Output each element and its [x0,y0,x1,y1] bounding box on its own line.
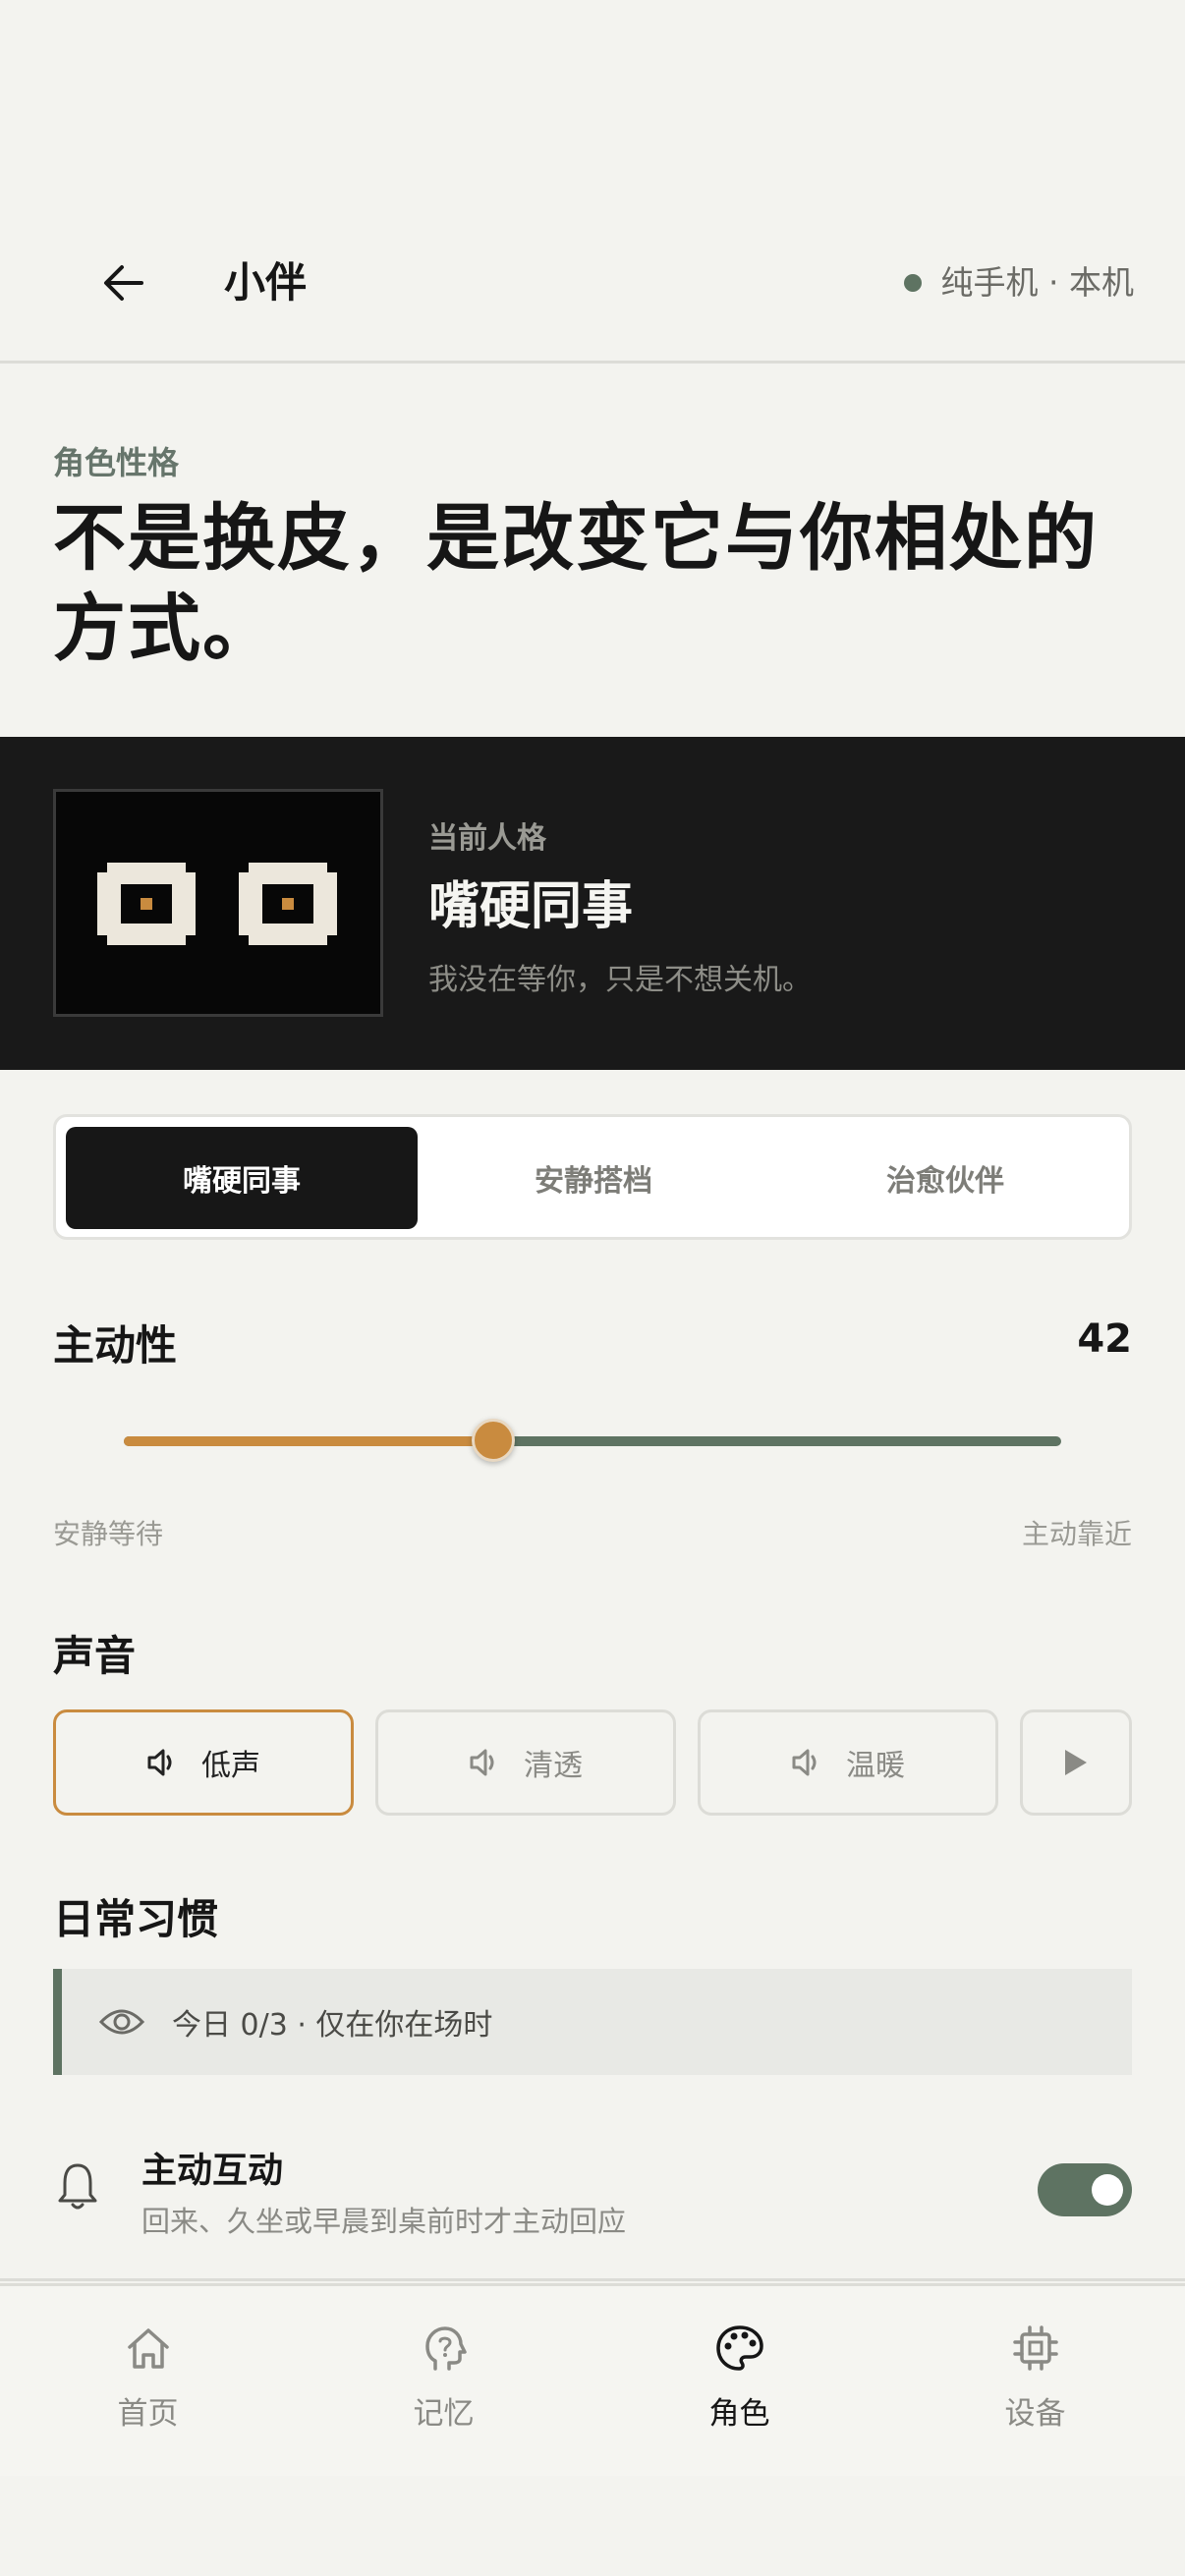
voice-title: 声音 [53,1632,137,1680]
habits-notice: 今日 0/3 · 仅在你在场时 [53,1969,1132,2075]
top-bar: 小伴 纯手机 · 本机 [0,196,1185,364]
play-icon [1065,1750,1087,1775]
current-persona-label: 当前人格 [428,821,546,856]
gesture-area [0,2476,1185,2576]
nav-item-home[interactable]: 首页 [0,2286,296,2479]
back-button[interactable] [86,246,161,320]
speaker-icon [792,1749,817,1776]
initiative-title: 主动性 [53,1321,178,1370]
voice-option-2[interactable]: 清透 [375,1709,676,1816]
home-icon [127,2328,169,2369]
toggle-knob [1092,2174,1123,2206]
tab-persona-3[interactable]: 治愈伙伴 [769,1127,1121,1229]
persona-tabs: 嘴硬同事 安静搭档 治愈伙伴 [53,1114,1132,1240]
slider-min-label: 安静等待 [53,1518,164,1550]
habit-description: 回来、久坐或早晨到桌前时才主动回应 [141,2205,627,2238]
persona-avatar [53,789,383,1017]
bottom-nav: 首页 记忆 角色 设备 [0,2283,1185,2476]
palette-icon [715,2325,763,2371]
voice-option-label: 低声 [201,1749,260,1783]
initiative-value: 42 [1077,1316,1132,1362]
habits-notice-text: 今日 0/3 · 仅在你在场时 [172,2008,493,2043]
memory-icon [424,2326,467,2371]
nav-label: 设备 [1004,2396,1066,2432]
current-persona-name: 嘴硬同事 [428,877,634,936]
nav-label: 记忆 [413,2396,475,2432]
avatar-eye-right [239,863,337,945]
arrow-left-icon [104,265,143,301]
device-status-label: 纯手机 · 本机 [940,263,1134,302]
tab-persona-1[interactable]: 嘴硬同事 [66,1127,418,1229]
section-eyebrow: 角色性格 [53,444,180,481]
status-dot [903,274,922,292]
voice-option-label: 清透 [524,1749,583,1783]
nav-item-persona[interactable]: 角色 [592,2286,887,2479]
nav-label: 角色 [708,2396,770,2432]
voice-play-button[interactable] [1020,1709,1132,1816]
tab-persona-2[interactable]: 安静搭档 [418,1127,769,1229]
voice-option-3[interactable]: 温暖 [698,1709,998,1816]
habits-title: 日常习惯 [53,1895,219,1943]
habit-toggle[interactable] [1038,2163,1132,2216]
voice-option-1[interactable]: 低声 [53,1709,354,1816]
avatar-eye-left [97,863,196,945]
nav-label: 首页 [117,2396,179,2432]
slider-fill [124,1436,493,1446]
habit-title: 主动互动 [141,2151,284,2191]
voice-option-label: 温暖 [846,1749,905,1783]
speaker-icon [470,1749,494,1776]
chip-icon [1012,2325,1058,2371]
habit-item: 主动互动 回来、久坐或早晨到桌前时才主动回应 [0,2122,1185,2281]
current-persona-card: 当前人格 嘴硬同事 我没在等你，只是不想关机。 [0,737,1185,1070]
bell-icon [58,2163,97,2210]
speaker-icon [147,1749,172,1776]
nav-item-memory[interactable]: 记忆 [296,2286,592,2479]
nav-item-device[interactable]: 设备 [887,2286,1183,2479]
device-status: 纯手机 · 本机 [903,250,1134,316]
page-title: 小伴 [224,258,308,307]
slider-thumb[interactable] [472,1419,515,1462]
slider-max-label: 主动靠近 [1021,1518,1132,1550]
eye-icon [99,2009,144,2035]
current-persona-quote: 我没在等你，只是不想关机。 [428,963,812,997]
headline: 不是换皮，是改变它与你相处的方式。 [53,496,1099,671]
initiative-slider[interactable] [124,1415,1061,1466]
